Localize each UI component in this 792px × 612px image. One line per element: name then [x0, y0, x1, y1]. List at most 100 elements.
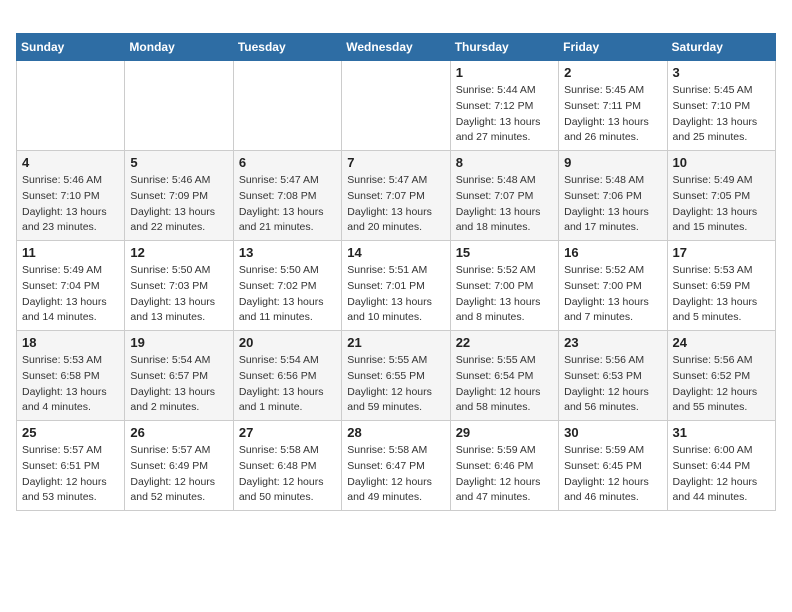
day-cell: 29 Sunrise: 5:59 AMSunset: 6:46 PMDayligh…: [450, 421, 558, 511]
day-number: 8: [456, 155, 553, 170]
day-info: Sunrise: 5:49 AMSunset: 7:04 PMDaylight:…: [22, 263, 119, 326]
day-number: 5: [130, 155, 227, 170]
header-sunday: Sunday: [17, 34, 125, 61]
day-cell: 23 Sunrise: 5:56 AMSunset: 6:53 PMDayligh…: [559, 331, 667, 421]
week-row-4: 18 Sunrise: 5:53 AMSunset: 6:58 PMDayligh…: [17, 331, 776, 421]
day-info: Sunrise: 5:57 AMSunset: 6:51 PMDaylight:…: [22, 443, 119, 506]
day-info: Sunrise: 5:58 AMSunset: 6:48 PMDaylight:…: [239, 443, 336, 506]
day-info: Sunrise: 5:56 AMSunset: 6:52 PMDaylight:…: [673, 353, 770, 416]
header-friday: Friday: [559, 34, 667, 61]
header-saturday: Saturday: [667, 34, 775, 61]
day-number: 16: [564, 245, 661, 260]
day-cell: 6 Sunrise: 5:47 AMSunset: 7:08 PMDaylight…: [233, 151, 341, 241]
day-info: Sunrise: 6:00 AMSunset: 6:44 PMDaylight:…: [673, 443, 770, 506]
week-row-3: 11 Sunrise: 5:49 AMSunset: 7:04 PMDayligh…: [17, 241, 776, 331]
day-info: Sunrise: 5:50 AMSunset: 7:03 PMDaylight:…: [130, 263, 227, 326]
day-info: Sunrise: 5:59 AMSunset: 6:45 PMDaylight:…: [564, 443, 661, 506]
day-number: 19: [130, 335, 227, 350]
day-number: 11: [22, 245, 119, 260]
day-cell: 13 Sunrise: 5:50 AMSunset: 7:02 PMDayligh…: [233, 241, 341, 331]
day-cell: 3 Sunrise: 5:45 AMSunset: 7:10 PMDaylight…: [667, 61, 775, 151]
calendar-header-row: SundayMondayTuesdayWednesdayThursdayFrid…: [17, 34, 776, 61]
day-cell: 9Sunrise: 5:48 AMSunset: 7:06 PMDaylight…: [559, 151, 667, 241]
day-number: 14: [347, 245, 444, 260]
day-number: 27: [239, 425, 336, 440]
day-cell: [233, 61, 341, 151]
day-info: Sunrise: 5:45 AMSunset: 7:10 PMDaylight:…: [673, 83, 770, 146]
day-cell: 7 Sunrise: 5:47 AMSunset: 7:07 PMDaylight…: [342, 151, 450, 241]
day-number: 20: [239, 335, 336, 350]
day-cell: 15 Sunrise: 5:52 AMSunset: 7:00 PMDayligh…: [450, 241, 558, 331]
calendar-table: SundayMondayTuesdayWednesdayThursdayFrid…: [16, 33, 776, 511]
day-info: Sunrise: 5:57 AMSunset: 6:49 PMDaylight:…: [130, 443, 227, 506]
day-cell: 19 Sunrise: 5:54 AMSunset: 6:57 PMDayligh…: [125, 331, 233, 421]
day-cell: [125, 61, 233, 151]
day-number: 30: [564, 425, 661, 440]
day-info: Sunrise: 5:55 AMSunset: 6:55 PMDaylight:…: [347, 353, 444, 416]
day-info: Sunrise: 5:49 AMSunset: 7:05 PMDaylight:…: [673, 173, 770, 236]
day-cell: 2Sunrise: 5:45 AMSunset: 7:11 PMDaylight…: [559, 61, 667, 151]
day-cell: 4 Sunrise: 5:46 AMSunset: 7:10 PMDaylight…: [17, 151, 125, 241]
day-number: 17: [673, 245, 770, 260]
day-cell: 22 Sunrise: 5:55 AMSunset: 6:54 PMDayligh…: [450, 331, 558, 421]
day-number: 10: [673, 155, 770, 170]
day-info: Sunrise: 5:53 AMSunset: 6:58 PMDaylight:…: [22, 353, 119, 416]
day-number: 1: [456, 65, 553, 80]
day-cell: 16 Sunrise: 5:52 AMSunset: 7:00 PMDayligh…: [559, 241, 667, 331]
day-info: Sunrise: 5:46 AMSunset: 7:09 PMDaylight:…: [130, 173, 227, 236]
day-number: 29: [456, 425, 553, 440]
day-number: 18: [22, 335, 119, 350]
day-info: Sunrise: 5:45 AMSunset: 7:11 PMDaylight:…: [564, 83, 661, 146]
day-number: 31: [673, 425, 770, 440]
day-cell: 8Sunrise: 5:48 AMSunset: 7:07 PMDaylight…: [450, 151, 558, 241]
day-number: 15: [456, 245, 553, 260]
day-number: 26: [130, 425, 227, 440]
day-cell: 18 Sunrise: 5:53 AMSunset: 6:58 PMDayligh…: [17, 331, 125, 421]
day-number: 23: [564, 335, 661, 350]
day-number: 21: [347, 335, 444, 350]
day-number: 25: [22, 425, 119, 440]
day-cell: 24 Sunrise: 5:56 AMSunset: 6:52 PMDayligh…: [667, 331, 775, 421]
day-cell: 21 Sunrise: 5:55 AMSunset: 6:55 PMDayligh…: [342, 331, 450, 421]
day-number: 24: [673, 335, 770, 350]
header-wednesday: Wednesday: [342, 34, 450, 61]
week-row-1: 1Sunrise: 5:44 AMSunset: 7:12 PMDaylight…: [17, 61, 776, 151]
day-cell: [17, 61, 125, 151]
day-info: Sunrise: 5:46 AMSunset: 7:10 PMDaylight:…: [22, 173, 119, 236]
day-number: 12: [130, 245, 227, 260]
day-info: Sunrise: 5:47 AMSunset: 7:08 PMDaylight:…: [239, 173, 336, 236]
day-number: 3: [673, 65, 770, 80]
day-number: 4: [22, 155, 119, 170]
day-cell: 5 Sunrise: 5:46 AMSunset: 7:09 PMDaylight…: [125, 151, 233, 241]
day-cell: 25 Sunrise: 5:57 AMSunset: 6:51 PMDayligh…: [17, 421, 125, 511]
day-cell: 10 Sunrise: 5:49 AMSunset: 7:05 PMDayligh…: [667, 151, 775, 241]
day-cell: 12 Sunrise: 5:50 AMSunset: 7:03 PMDayligh…: [125, 241, 233, 331]
day-info: Sunrise: 5:58 AMSunset: 6:47 PMDaylight:…: [347, 443, 444, 506]
day-cell: 20Sunrise: 5:54 AMSunset: 6:56 PMDayligh…: [233, 331, 341, 421]
day-info: Sunrise: 5:59 AMSunset: 6:46 PMDaylight:…: [456, 443, 553, 506]
day-info: Sunrise: 5:52 AMSunset: 7:00 PMDaylight:…: [456, 263, 553, 326]
day-cell: 30 Sunrise: 5:59 AMSunset: 6:45 PMDayligh…: [559, 421, 667, 511]
day-info: Sunrise: 5:55 AMSunset: 6:54 PMDaylight:…: [456, 353, 553, 416]
header-thursday: Thursday: [450, 34, 558, 61]
day-info: Sunrise: 5:48 AMSunset: 7:06 PMDaylight:…: [564, 173, 661, 236]
day-number: 6: [239, 155, 336, 170]
day-info: Sunrise: 5:51 AMSunset: 7:01 PMDaylight:…: [347, 263, 444, 326]
day-number: 13: [239, 245, 336, 260]
day-number: 28: [347, 425, 444, 440]
week-row-5: 25 Sunrise: 5:57 AMSunset: 6:51 PMDayligh…: [17, 421, 776, 511]
day-info: Sunrise: 5:50 AMSunset: 7:02 PMDaylight:…: [239, 263, 336, 326]
day-number: 22: [456, 335, 553, 350]
day-info: Sunrise: 5:47 AMSunset: 7:07 PMDaylight:…: [347, 173, 444, 236]
day-cell: [342, 61, 450, 151]
day-info: Sunrise: 5:52 AMSunset: 7:00 PMDaylight:…: [564, 263, 661, 326]
day-info: Sunrise: 5:54 AMSunset: 6:57 PMDaylight:…: [130, 353, 227, 416]
week-row-2: 4 Sunrise: 5:46 AMSunset: 7:10 PMDaylight…: [17, 151, 776, 241]
day-cell: 26 Sunrise: 5:57 AMSunset: 6:49 PMDayligh…: [125, 421, 233, 511]
day-number: 7: [347, 155, 444, 170]
day-cell: 11 Sunrise: 5:49 AMSunset: 7:04 PMDayligh…: [17, 241, 125, 331]
day-info: Sunrise: 5:56 AMSunset: 6:53 PMDaylight:…: [564, 353, 661, 416]
day-cell: 1Sunrise: 5:44 AMSunset: 7:12 PMDaylight…: [450, 61, 558, 151]
day-cell: 17Sunrise: 5:53 AMSunset: 6:59 PMDayligh…: [667, 241, 775, 331]
header-monday: Monday: [125, 34, 233, 61]
